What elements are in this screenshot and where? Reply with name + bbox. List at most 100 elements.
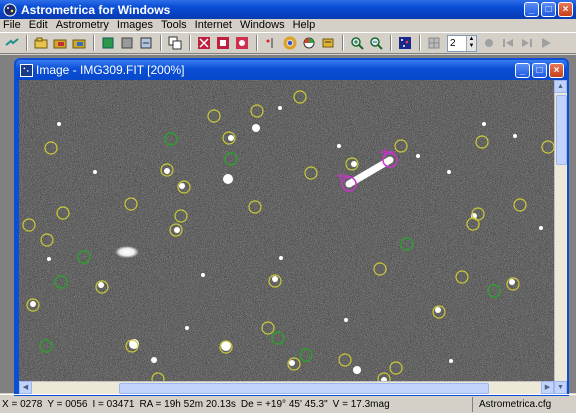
flip-button[interactable] [233,34,251,52]
open-images-button[interactable] [32,34,50,52]
data-reduction-button[interactable] [300,34,318,52]
star [57,122,61,126]
connect-tool-button[interactable] [3,34,21,52]
star [98,282,104,288]
horizontal-scrollbar[interactable]: ◀ ▶ [19,381,554,394]
status-intensity: I = 03471 [92,398,135,410]
menu-images[interactable]: Images [113,19,157,32]
toolbar-separator [390,35,392,51]
toolbar-separator [342,35,344,51]
menu-internet[interactable]: Internet [191,19,236,32]
maximize-button[interactable]: □ [541,2,556,17]
record-button[interactable] [480,34,498,52]
menu-help[interactable]: Help [289,19,320,32]
vertical-scroll-thumb[interactable] [556,95,567,165]
app-icon [3,3,17,17]
menu-bar: File Edit Astrometry Images Tools Intern… [0,19,576,32]
stepper-up-icon[interactable]: ▲ [467,35,476,43]
next-frame-button[interactable] [518,34,536,52]
minimize-button[interactable]: _ [524,2,539,17]
toolbar-separator [93,35,95,51]
image-window-title: Image - IMG309.FIT [200%] [36,63,185,77]
star-chart-icon [399,37,411,49]
scroll-right-icon[interactable]: ▶ [541,381,554,394]
save-folder-button[interactable] [70,34,88,52]
status-dec: De = +19° 45' 45.3" [240,398,328,410]
color-wheel-icon [283,36,297,50]
cursor-readout: X = 0278 Y = 0056 I = 03471 RA = 19h 52m… [0,399,472,410]
flat-field-icon [217,37,229,49]
zoom-out-icon [370,37,383,50]
vertical-scrollbar[interactable]: ▲ ▼ [554,80,567,394]
dark-frame-button[interactable] [195,34,213,52]
image-close-button[interactable]: × [549,62,564,78]
menu-tools[interactable]: Tools [157,19,191,32]
settings-button[interactable] [319,34,337,52]
star [449,359,453,363]
first-frame-button[interactable] [499,34,517,52]
image-maximize-button[interactable]: □ [532,62,547,78]
zoom-in-button[interactable] [348,34,366,52]
star [351,161,357,167]
zoom-out-button[interactable] [367,34,385,52]
star-field-image[interactable] [19,80,554,394]
star [179,183,185,189]
image-window-title-bar[interactable]: Image - IMG309.FIT [200%] _ □ × [16,60,567,80]
star [228,135,234,141]
star-tool-button[interactable] [262,34,280,52]
record-icon [485,39,493,47]
image-minimize-button[interactable]: _ [515,62,530,78]
grid-icon [428,37,440,49]
stack-button[interactable] [99,34,117,52]
open-folder-button[interactable] [51,34,69,52]
grid-button[interactable] [425,34,443,52]
flip-icon [236,37,248,49]
star [93,170,97,174]
color-button[interactable] [281,34,299,52]
menu-edit[interactable]: Edit [25,19,52,32]
flat-field-button[interactable] [214,34,232,52]
track-icon [121,37,133,49]
star [115,246,139,258]
status-magnitude: V = 17.3mag [332,398,390,410]
toolbar: 2 ▲ ▼ [0,32,576,54]
folder-save-icon [72,39,86,49]
fits-image-viewport[interactable] [19,80,554,394]
image-window[interactable]: Image - IMG309.FIT [200%] _ □ × ▲ ▼ ◀ ▶ [14,58,569,396]
star [539,226,543,230]
star [435,307,441,313]
skip-back-icon [503,39,513,47]
stepper-down-icon[interactable]: ▼ [467,43,476,51]
zoom-in-icon [351,37,364,50]
app-title: Astrometrica for Windows [21,2,171,17]
toolbar-separator [419,35,421,51]
windows-icon [168,36,182,50]
star [289,360,295,366]
scroll-left-icon[interactable]: ◀ [19,381,32,394]
horizontal-scroll-thumb[interactable] [119,383,489,394]
blink-button[interactable] [137,34,155,52]
track-button[interactable] [118,34,136,52]
star [164,168,170,174]
scroll-down-icon[interactable]: ▼ [554,381,567,394]
status-bar: X = 0278 Y = 0056 I = 03471 RA = 19h 52m… [0,394,576,413]
close-button[interactable]: × [558,2,573,17]
star [279,256,283,260]
close-icon: × [553,64,560,76]
app-title-bar[interactable]: Astrometrica for Windows _ □ × [0,0,576,19]
menu-file[interactable]: File [0,19,25,32]
star [482,122,486,126]
menu-astrometry[interactable]: Astrometry [52,19,113,32]
cascade-button[interactable] [166,34,184,52]
close-icon: × [562,4,569,15]
star-chart-button[interactable] [396,34,414,52]
image-noise [19,80,554,394]
frame-stepper[interactable]: 2 ▲ ▼ [447,34,477,52]
connect-icon [5,38,19,46]
frame-stepper-value[interactable]: 2 [448,36,466,51]
settings-icon [322,38,334,48]
menu-windows[interactable]: Windows [236,19,289,32]
scroll-up-icon[interactable]: ▲ [554,80,567,93]
play-button[interactable] [537,34,555,52]
star [223,174,233,184]
